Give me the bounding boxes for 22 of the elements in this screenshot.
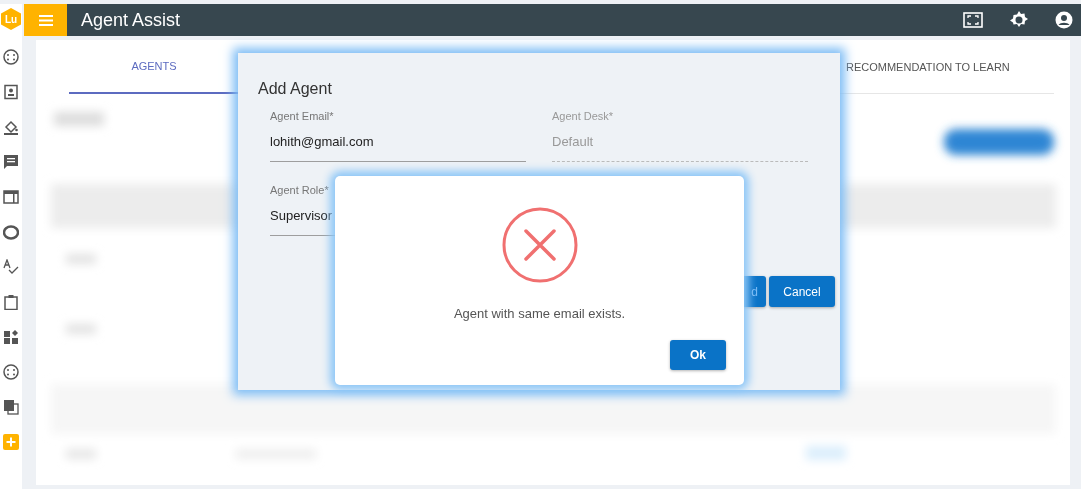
face-icon[interactable] [3, 364, 19, 380]
ok-button[interactable]: Ok [670, 340, 726, 370]
text-field[interactable]: Agent Email* lohith@gmail.com [270, 108, 526, 163]
face-icon[interactable] [3, 49, 19, 65]
app-title: Agent Assist [81, 8, 181, 32]
dialog-title: Add Agent [258, 79, 333, 99]
menu-icon [38, 14, 53, 26]
text-field: Agent Desk* Default [552, 108, 808, 163]
logo: Lu [1, 8, 21, 30]
widgets-icon[interactable] [3, 329, 19, 345]
fullscreen-icon[interactable] [963, 12, 983, 28]
contact-card-icon[interactable] [3, 84, 19, 100]
error-icon [500, 206, 579, 284]
spellcheck-icon[interactable] [3, 259, 19, 275]
chat-icon[interactable] [3, 154, 19, 170]
user-account-icon[interactable] [1055, 11, 1073, 29]
alert-message: Agent with same email exists. [453, 305, 626, 323]
cancel-button[interactable]: Cancel [769, 276, 835, 307]
clipboard-icon[interactable] [3, 294, 19, 310]
paint-bucket-icon[interactable] [3, 119, 19, 135]
tab[interactable]: RECOMMENDATION TO LEARN [839, 40, 1054, 94]
window-icon[interactable] [3, 189, 19, 205]
